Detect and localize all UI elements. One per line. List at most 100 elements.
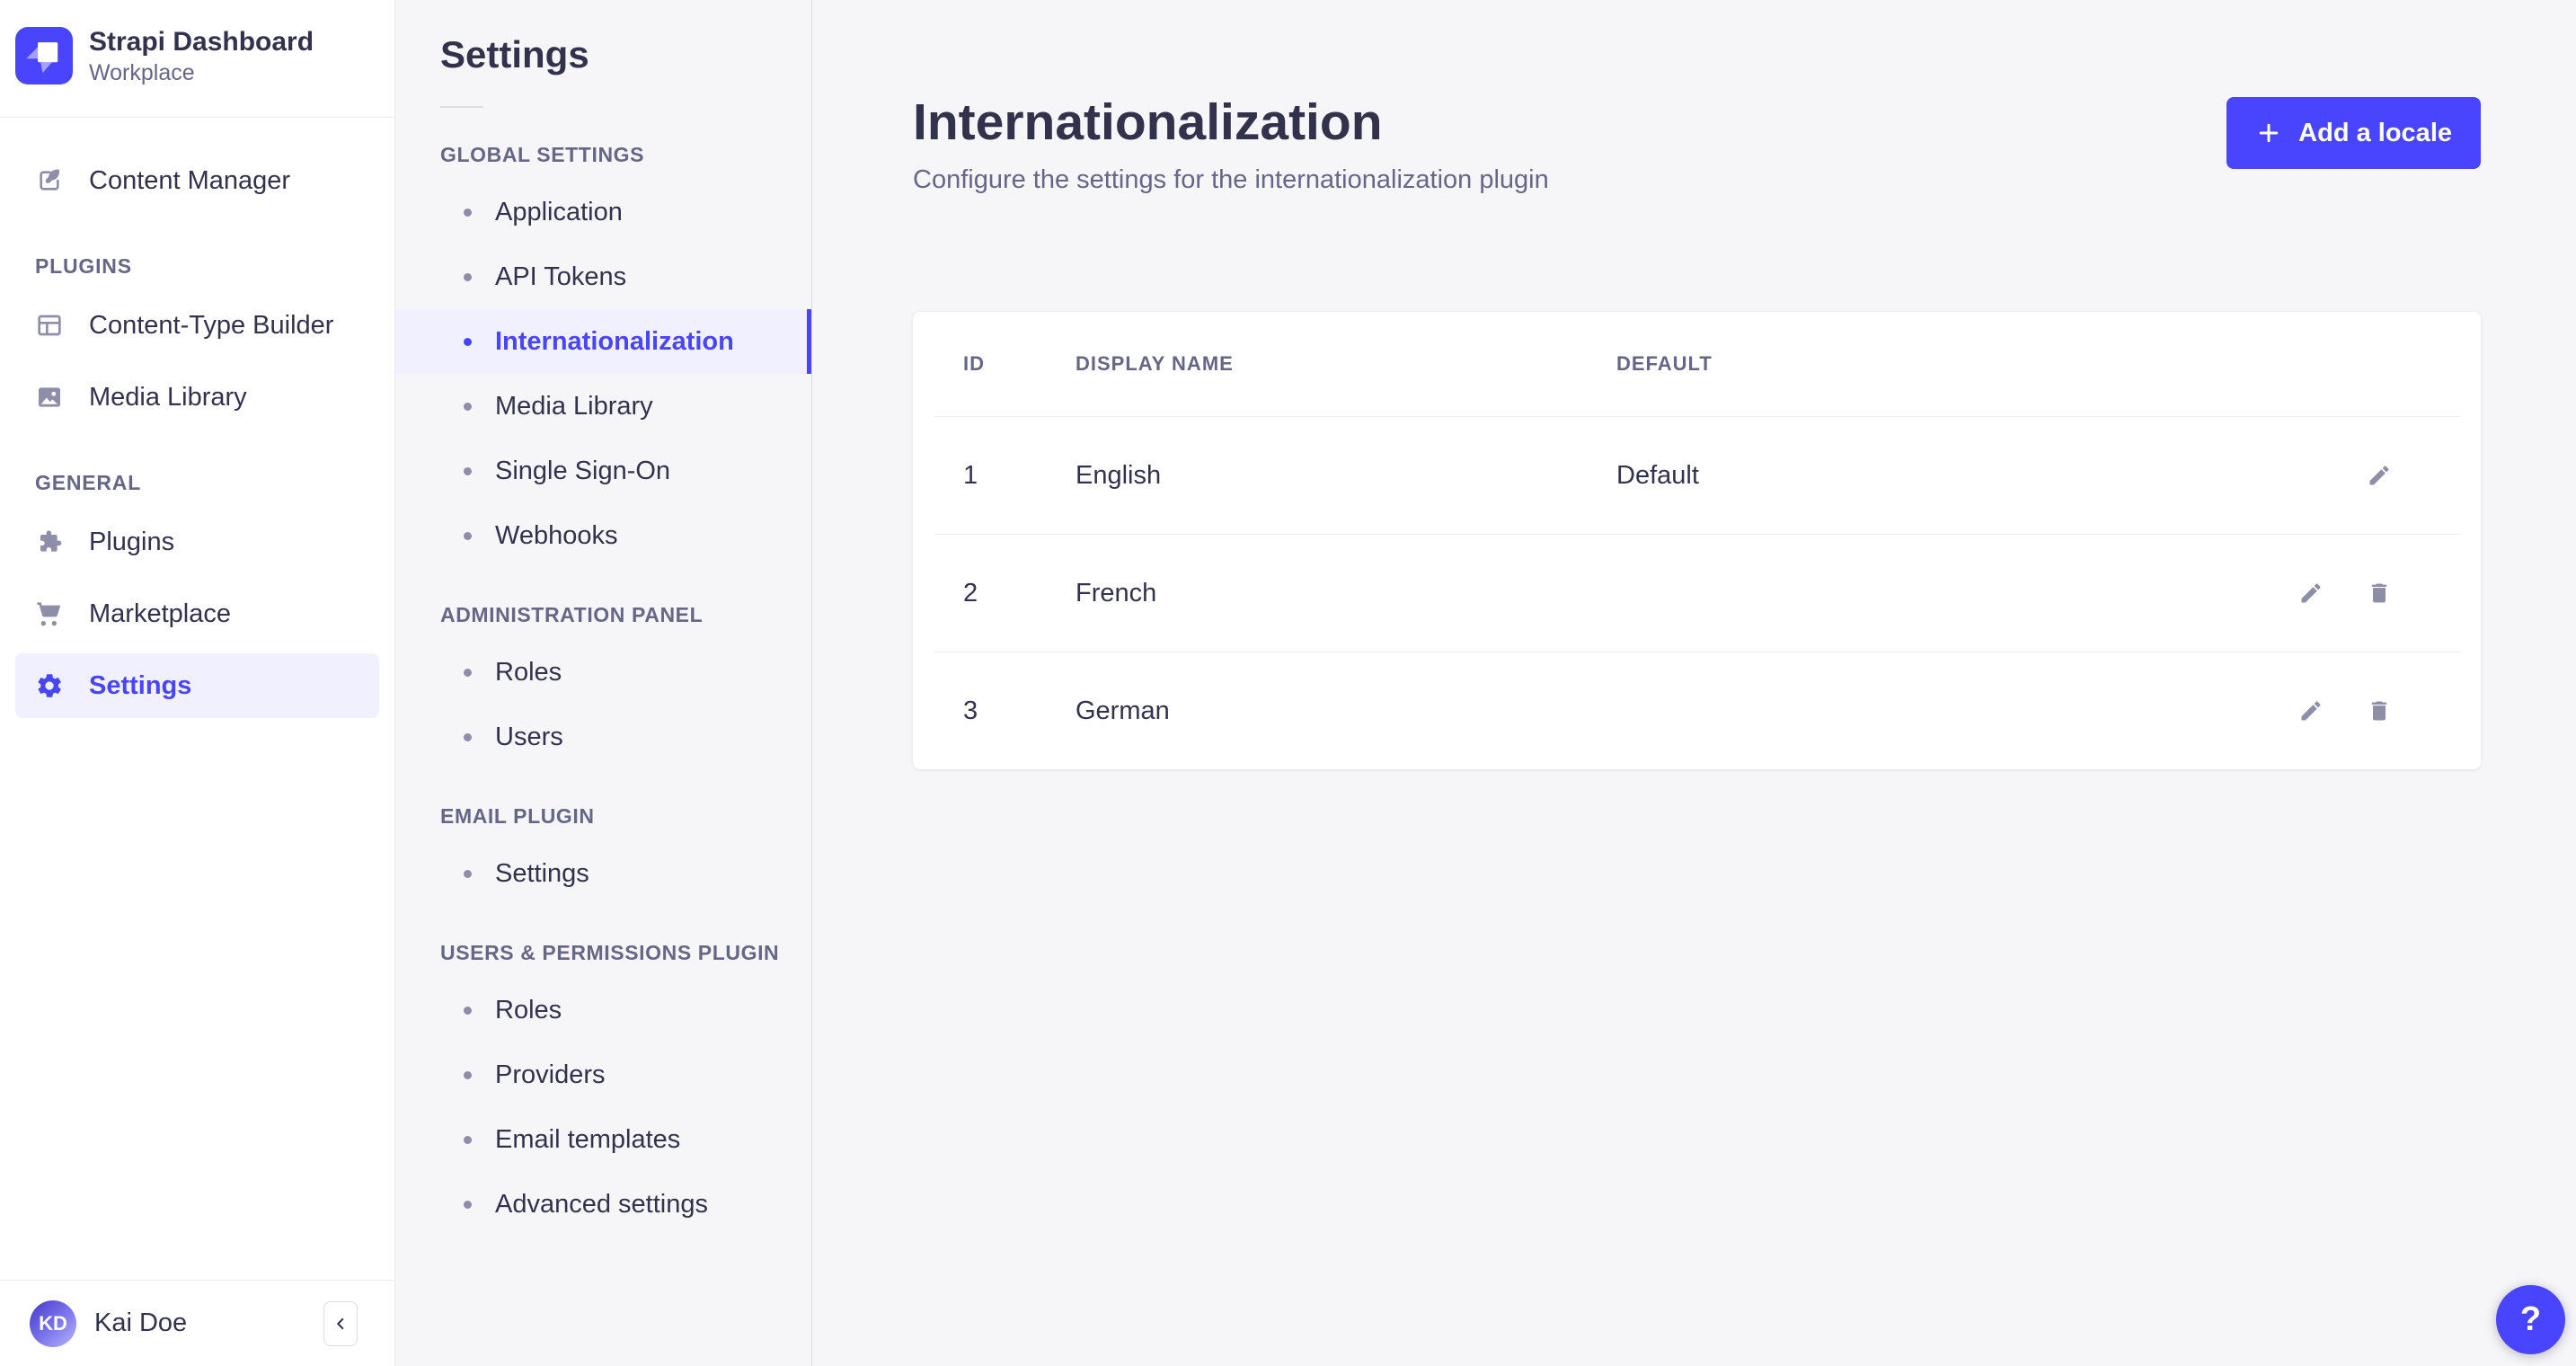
bullet-icon (464, 668, 472, 677)
subnav-item-internationalization[interactable]: Internationalization (395, 309, 811, 374)
main-content: Internationalization Configure the setti… (812, 0, 2576, 1366)
media-library-icon (39, 387, 60, 407)
subnav-section-label: USERS & PERMISSIONS PLUGIN (440, 941, 780, 964)
nav-item-label: Settings (89, 670, 192, 700)
table-row-german[interactable]: 3 German (913, 652, 2481, 769)
subnav-item-advanced-settings[interactable]: Advanced settings (395, 1172, 811, 1237)
subnav-item-label: Media Library (495, 391, 653, 421)
subnav-item-api-tokens[interactable]: API Tokens (395, 244, 811, 309)
main-nav-sidebar: Strapi Dashboard Workplace Content Manag… (0, 0, 395, 1366)
user-avatar[interactable]: KD (30, 1299, 76, 1347)
trash-icon (2371, 583, 2387, 603)
subnav-section-label: GLOBAL SETTINGS (440, 143, 645, 166)
subnav-item-webhooks[interactable]: Webhooks (395, 503, 811, 568)
subnav-section-administration-panel: ADMINISTRATION PANEL Roles Users (395, 602, 811, 769)
page-header-text: Internationalization Configure the setti… (913, 93, 1549, 195)
add-locale-button[interactable]: Add a locale (2226, 97, 2481, 169)
nav-body: Content Manager PLUGINS Content-Type Bui… (0, 118, 394, 1280)
plus-icon (2259, 123, 2279, 143)
table-row-french[interactable]: 2 French (913, 535, 2481, 652)
chevron-left-icon (337, 1317, 344, 1329)
subnav-item-admin-users[interactable]: Users (395, 705, 811, 769)
content-type-builder-icon (38, 315, 61, 336)
table-header-row: ID DISPLAY NAME DEFAULT (913, 312, 2481, 416)
edit-locale-button[interactable] (2364, 460, 2395, 491)
nav-item-label: Content-Type Builder (89, 310, 334, 340)
subnav-section-email-plugin: EMAIL PLUGIN Settings (395, 803, 811, 906)
bullet-icon (464, 272, 472, 281)
subnav-section-label: ADMINISTRATION PANEL (440, 603, 704, 626)
nav-item-label: Marketplace (89, 599, 231, 628)
cell-id: 3 (963, 696, 978, 725)
table-row-english[interactable]: 1 English Default (913, 417, 2481, 534)
bullet-icon (464, 1070, 472, 1079)
nav-footer: KD Kai Doe (0, 1280, 394, 1366)
nav-item-label: Content Manager (89, 165, 291, 195)
settings-subnav: Settings GLOBAL SETTINGS Application API… (395, 0, 812, 1366)
subnav-item-admin-roles[interactable]: Roles (395, 640, 811, 705)
row-actions (2278, 578, 2430, 608)
subnav-item-label: Users (495, 722, 563, 751)
subnav-item-label: Providers (495, 1060, 606, 1089)
collapse-sidebar-button[interactable] (323, 1300, 358, 1346)
subnav-item-label: Single Sign-On (495, 456, 671, 485)
pencil-icon (2301, 583, 2321, 603)
subnav-item-label: API Tokens (495, 262, 627, 291)
page-subtitle: Configure the settings for the internati… (913, 165, 1549, 194)
nav-item-settings[interactable]: Settings (15, 653, 379, 718)
nav-item-content-type-builder[interactable]: Content-Type Builder (15, 293, 379, 358)
subnav-item-email-templates[interactable]: Email templates (395, 1107, 811, 1172)
page-title: Internationalization (913, 93, 1383, 151)
page-header: Internationalization Configure the setti… (913, 0, 2481, 195)
bullet-icon (464, 1200, 472, 1209)
subnav-item-application[interactable]: Application (395, 180, 811, 244)
subnav-item-label: Roles (495, 657, 562, 687)
bullet-icon (464, 869, 472, 878)
bullet-icon (464, 402, 472, 411)
nav-item-label: Media Library (89, 382, 247, 412)
workspace-brand[interactable]: Strapi Dashboard Workplace (0, 0, 394, 117)
subnav-section-global-settings: GLOBAL SETTINGS Application API Tokens I… (395, 142, 811, 568)
edit-locale-button[interactable] (2296, 696, 2326, 726)
subnav-item-single-sign-on[interactable]: Single Sign-On (395, 439, 811, 503)
cell-id: 1 (963, 460, 978, 490)
cell-id: 2 (963, 578, 978, 608)
nav-item-plugins[interactable]: Plugins (15, 510, 379, 574)
subnav-title: Settings (440, 33, 589, 75)
subnav-item-email-settings[interactable]: Settings (395, 841, 811, 906)
bullet-icon (464, 1006, 472, 1015)
subnav-divider (440, 106, 483, 108)
subnav-item-media-library[interactable]: Media Library (395, 374, 811, 439)
trash-icon (2371, 701, 2387, 721)
marketplace-icon (37, 602, 61, 626)
subnav-item-up-roles[interactable]: Roles (395, 978, 811, 1042)
subnav-item-label: Roles (495, 995, 562, 1024)
nav-item-media-library[interactable]: Media Library (15, 365, 379, 430)
app-root: Strapi Dashboard Workplace Content Manag… (0, 0, 2576, 1366)
strapi-logo-icon (15, 27, 73, 84)
subnav-item-providers[interactable]: Providers (395, 1042, 811, 1107)
nav-item-content-manager[interactable]: Content Manager (15, 148, 379, 213)
workspace-title: Strapi Dashboard (89, 27, 314, 57)
add-locale-button-label: Add a locale (2298, 118, 2452, 147)
nav-item-label: Plugins (89, 527, 175, 556)
bullet-icon (464, 337, 472, 346)
cell-display-name: German (1076, 696, 1170, 725)
content-manager-icon (40, 168, 60, 191)
subnav-item-label: Internationalization (495, 326, 734, 356)
subnav-section-label: EMAIL PLUGIN (440, 804, 595, 828)
bullet-icon (464, 531, 472, 540)
column-header-display-name: DISPLAY NAME (1076, 352, 1234, 375)
column-header-default: DEFAULT (1616, 352, 1713, 375)
nav-item-marketplace[interactable]: Marketplace (15, 581, 379, 646)
delete-locale-button[interactable] (2364, 578, 2395, 608)
subnav-item-label: Application (495, 197, 623, 226)
brand-text: Strapi Dashboard Workplace (89, 25, 314, 86)
cell-display-name: English (1076, 460, 1162, 490)
help-button[interactable]: ? (2496, 1285, 2565, 1354)
cell-display-name: French (1076, 578, 1157, 608)
subnav-section-users-permissions: USERS & PERMISSIONS PLUGIN Roles Provide… (395, 940, 811, 1237)
delete-locale-button[interactable] (2364, 696, 2395, 726)
edit-locale-button[interactable] (2296, 578, 2326, 608)
gear-icon (38, 674, 61, 697)
